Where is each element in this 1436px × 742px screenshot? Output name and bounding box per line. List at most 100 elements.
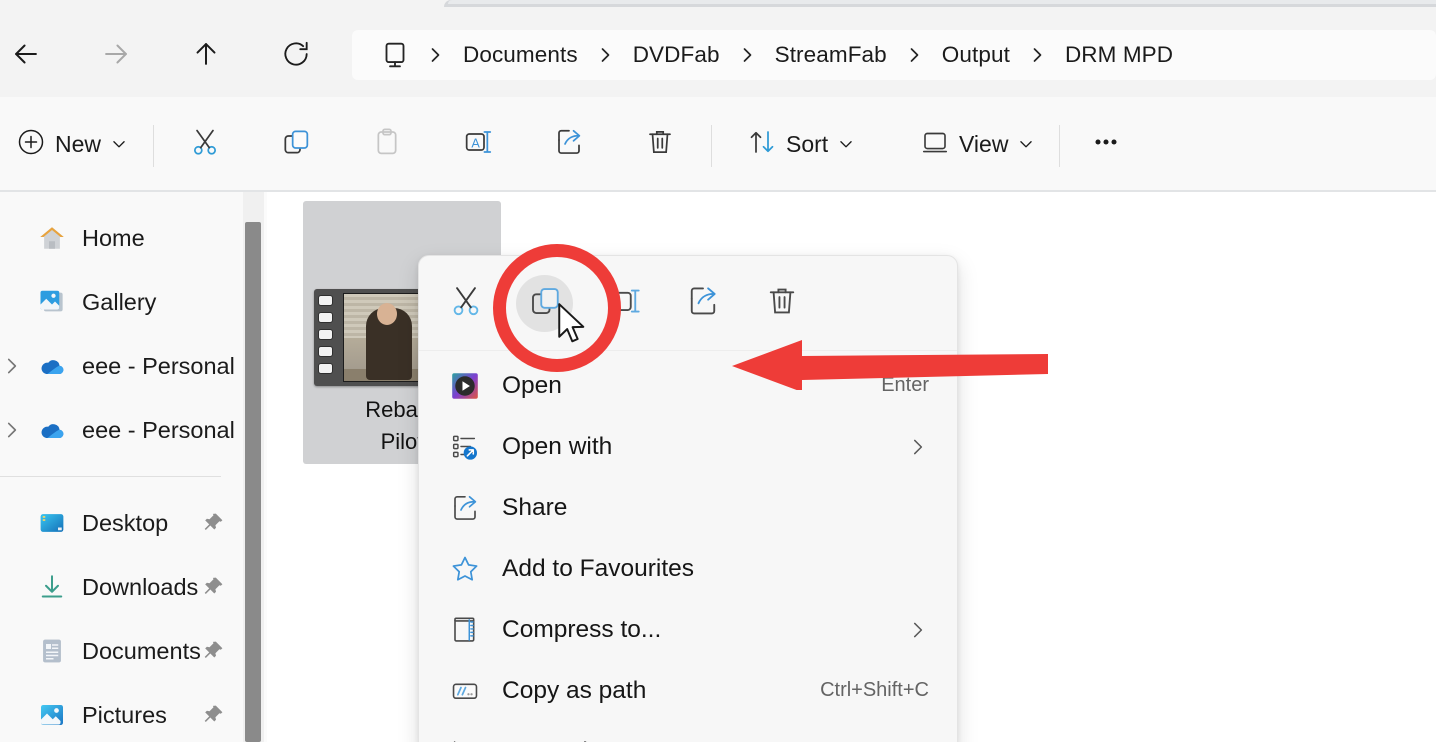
context-menu-item-add-to-favourites[interactable]: Add to Favourites [419,538,957,599]
context-menu-item-open-with[interactable]: Open with [419,416,957,477]
view-icon [920,127,950,162]
sidebar-item-label: Documents [82,637,201,664]
sort-button[interactable]: Sort [733,113,869,175]
chevron-down-icon [1017,135,1035,153]
onedrive-icon [34,415,70,445]
context-menu-item-label: Copy as path [502,676,647,704]
chevron-down-icon [837,135,855,153]
svg-text:A: A [471,136,480,150]
sidebar-item-label: Gallery [82,288,157,315]
sort-icon [747,127,777,162]
copy-icon [527,283,563,324]
context-rename-button[interactable] [595,275,652,332]
forward-button[interactable] [92,32,140,76]
sidebar-item-onedrive-1[interactable]: eee - Personal [0,334,243,398]
plus-circle-icon [16,127,46,162]
context-menu-item-copy-as-path[interactable]: Copy as path Ctrl+Shift+C [419,660,957,721]
copy-path-icon [445,675,485,707]
rename-button[interactable]: A [448,113,508,175]
see-more-button[interactable] [1076,113,1136,175]
breadcrumb-separator [416,45,455,65]
share-icon [553,126,585,163]
context-menu-item-accel: Ctrl+Shift+C [820,679,929,701]
this-pc-icon[interactable] [378,38,412,72]
context-menu-item-label: Add to Favourites [502,554,695,582]
sidebar-item-pictures[interactable]: Pictures [0,683,243,742]
share-icon [685,283,721,324]
scissors-icon [189,126,221,163]
window-title-strip [0,0,1436,10]
sidebar-item-onedrive-2[interactable]: eee - Personal [0,398,243,462]
breadcrumb-separator [1018,45,1057,65]
breadcrumb-item-dvdfab[interactable]: DVDFab [625,40,728,70]
documents-icon [34,636,70,666]
refresh-button[interactable] [272,32,320,76]
breadcrumb-item-streamfab[interactable]: StreamFab [767,40,895,70]
breadcrumb-item-documents[interactable]: Documents [455,40,586,70]
up-button[interactable] [182,32,230,76]
pin-icon[interactable] [201,555,225,619]
copy-button[interactable] [266,113,326,175]
back-button[interactable] [2,32,50,76]
context-copy-button[interactable] [516,274,573,332]
cut-button[interactable] [175,113,235,175]
trash-icon [764,283,800,324]
pin-icon[interactable] [201,683,225,742]
address-bar[interactable]: Documents DVDFab StreamFab Output DRM MP… [352,30,1436,80]
sidebar-scrollbar-thumb[interactable] [245,222,261,742]
tab-strip-sliver-inner [448,0,1436,4]
pin-icon[interactable] [201,619,225,683]
open-with-icon [445,431,485,463]
view-button-label: View [959,130,1009,157]
new-button-label: New [55,130,102,157]
breadcrumb-item-drm-mpd[interactable]: DRM MPD [1057,40,1181,70]
breadcrumb-separator [586,45,625,65]
chevron-right-icon[interactable] [0,398,27,462]
downloads-icon [34,572,70,602]
view-button[interactable]: View [906,113,1049,175]
share-icon [445,492,485,524]
arrow-left-icon [9,37,43,71]
chevron-down-icon [110,135,128,153]
context-share-button[interactable] [674,275,731,332]
toolbar-divider [1059,125,1060,167]
context-menu-item-share[interactable]: Share [419,477,957,538]
scissors-icon [448,283,484,324]
sidebar-item-downloads[interactable]: Downloads [0,555,243,619]
context-menu-list: Open Enter Open with Share Add to Favour… [419,351,957,742]
pictures-icon [34,700,70,730]
context-menu-item-label: Open [502,371,562,399]
context-menu-item-label: Compress to... [502,615,662,643]
rename-icon [606,283,642,324]
pin-icon[interactable] [201,491,225,555]
context-menu-item-compress-to[interactable]: Compress to... [419,599,957,660]
sidebar-item-label: Desktop [82,509,169,536]
context-delete-button[interactable] [753,275,810,332]
sidebar-item-desktop[interactable]: Desktop [0,491,243,555]
sidebar-item-label: eee - Personal [82,352,235,379]
desktop-icon [34,508,70,538]
sidebar-item-gallery[interactable]: Gallery [0,270,243,334]
sidebar-item-documents[interactable]: Documents [0,619,243,683]
command-bar: New A Sort View [0,97,1436,192]
context-menu-item-properties[interactable]: Properties Alt+Enter [419,721,957,742]
properties-icon [445,736,485,742]
sidebar-divider [0,476,221,477]
context-menu-item-open[interactable]: Open Enter [419,355,957,416]
navigation-bar: Documents DVDFab StreamFab Output DRM MP… [0,10,1436,94]
sidebar-item-home[interactable]: Home [0,206,243,270]
context-cut-button[interactable] [437,275,494,332]
media-player-icon [445,370,485,402]
gallery-icon [34,287,70,317]
delete-button[interactable] [630,113,690,175]
chevron-right-icon[interactable] [0,334,27,398]
share-button[interactable] [539,113,599,175]
home-icon [34,223,70,253]
chevron-right-icon [908,619,927,641]
breadcrumb-item-output[interactable]: Output [934,40,1018,70]
navigation-pane[interactable]: Home Gallery eee - Personal eee - Person… [0,192,243,742]
context-menu-item-label: Properties [502,738,614,742]
new-button[interactable]: New [2,113,142,175]
context-menu[interactable]: Open Enter Open with Share Add to Favour… [418,255,958,742]
breadcrumb-separator [728,45,767,65]
